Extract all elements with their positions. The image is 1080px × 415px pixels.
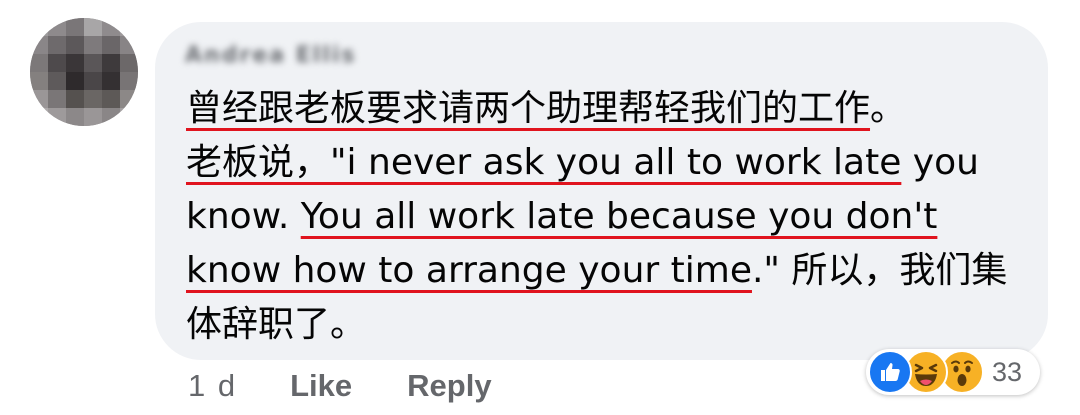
avatar-pixel xyxy=(66,108,84,126)
avatar-pixel xyxy=(48,18,66,36)
avatar-pixel xyxy=(120,18,138,36)
avatar-pixel xyxy=(84,90,102,108)
avatar-pixel xyxy=(48,72,66,90)
avatar-pixel xyxy=(120,36,138,54)
avatar-pixel xyxy=(84,36,102,54)
avatar-pixel xyxy=(30,18,48,36)
comment-text: 曾经跟老板要求请两个助理帮轻我们的工作。老板说，"i never ask you… xyxy=(186,82,1026,352)
avatar-pixel xyxy=(30,90,48,108)
avatar-pixel xyxy=(48,54,66,72)
avatar[interactable] xyxy=(30,18,138,126)
avatar-pixel xyxy=(120,108,138,126)
avatar-pixel xyxy=(102,18,120,36)
avatar-pixel xyxy=(120,90,138,108)
avatar-pixel xyxy=(48,90,66,108)
avatar-pixel xyxy=(30,72,48,90)
avatar-pixel xyxy=(66,18,84,36)
avatar-pixel xyxy=(48,108,66,126)
avatar-pixel xyxy=(48,36,66,54)
reply-button[interactable]: Reply xyxy=(407,368,491,404)
avatar-pixel xyxy=(102,90,120,108)
avatar-pixel xyxy=(120,72,138,90)
avatar-pixel xyxy=(102,36,120,54)
comment-timestamp[interactable]: 1 d xyxy=(188,368,237,404)
avatar-pixel xyxy=(66,72,84,90)
underlined-text-segment: 曾经跟老板要求请两个助理帮轻我们的工作 xyxy=(186,88,871,129)
like-reaction-icon xyxy=(868,350,912,394)
author-name-blurred: Andrea Ellis xyxy=(185,42,357,68)
comment-author[interactable]: Andrea Ellis xyxy=(185,38,356,72)
avatar-pixel xyxy=(84,54,102,72)
avatar-pixel xyxy=(84,108,102,126)
avatar-pixel xyxy=(102,54,120,72)
avatar-pixel xyxy=(30,36,48,54)
avatar-pixel xyxy=(30,108,48,126)
reaction-count: 33 xyxy=(992,356,1023,387)
comment-meta-bar: 1 d Like Reply xyxy=(188,364,492,408)
avatar-pixel xyxy=(66,90,84,108)
avatar-pixel xyxy=(84,72,102,90)
avatar-pixel xyxy=(84,18,102,36)
text-segment: 。 xyxy=(870,88,907,129)
avatar-pixel xyxy=(66,36,84,54)
reactions-summary[interactable]: 33 xyxy=(866,349,1040,395)
avatar-pixel xyxy=(66,54,84,72)
like-button[interactable]: Like xyxy=(290,368,352,404)
avatar-pixel xyxy=(102,108,120,126)
avatar-pixel xyxy=(102,72,120,90)
avatar-pixel xyxy=(30,54,48,72)
underlined-text-segment: 老板说，"i never ask you all to work late xyxy=(186,142,902,183)
avatar-pixel xyxy=(120,54,138,72)
